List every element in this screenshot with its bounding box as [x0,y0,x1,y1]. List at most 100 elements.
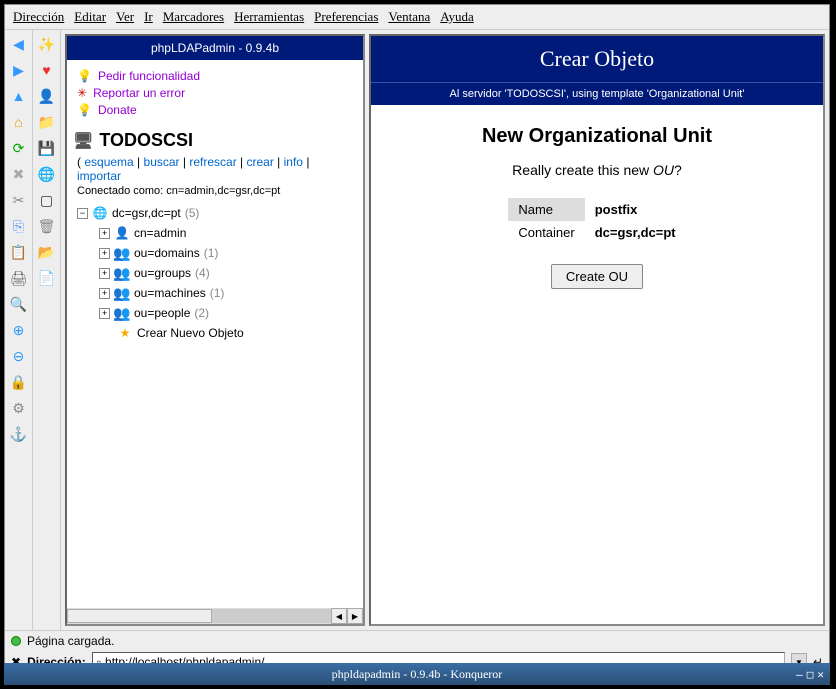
top-links: 💡Pedir funcionalidad ✳Reportar un error … [67,60,363,126]
security-icon[interactable]: 🔒 [7,370,31,394]
menu-preferencias[interactable]: Preferencias [314,9,378,25]
nav-info[interactable]: info [284,155,303,169]
menu-direccion[interactable]: Dirección [13,9,64,25]
minimize-icon[interactable]: — [796,668,803,681]
star-icon: ★ [117,325,133,341]
nav-esquema[interactable]: esquema [84,155,133,169]
scroll-right-icon[interactable]: ▶ [347,608,363,624]
collapse-icon[interactable]: − [77,208,88,219]
toolbar-left-2: ✨ ♥ 👤 📁 💾 🌐 ▢ 🗑 📂 📄 [33,30,61,630]
menu-editar[interactable]: Editar [74,9,106,25]
tree-create-new[interactable]: ★ Crear Nuevo Objeto [77,323,353,343]
menu-herramientas[interactable]: Herramientas [234,9,304,25]
main-area: ◀ ▶ ▲ ⌂ ⟳ ✖ ✂ ⎘ 📋 🖨 🔍 ⊕ ⊖ 🔒 ⚙ ⚓ ✨ ♥ 👤 📁 … [5,30,829,630]
stop-icon[interactable]: ✖ [7,162,31,186]
group-icon: 👥 [114,305,130,321]
print-icon[interactable]: 🖨 [7,266,31,290]
expand-icon[interactable]: + [99,308,110,319]
paste-icon[interactable]: 📋 [7,240,31,264]
create-object-title: Crear Objeto [371,36,823,82]
ldap-tree: − 🌐 dc=gsr,dc=pt (5) + 👤 cn=admin + 👥 [67,199,363,347]
network-icon[interactable]: 🌐 [35,162,59,186]
expand-icon[interactable]: + [99,268,110,279]
tool-icon[interactable]: ⚓ [7,422,31,446]
bug-icon: ✳ [77,86,87,100]
menubar: Dirección Editar Ver Ir Marcadores Herra… [5,5,829,30]
tree-item[interactable]: + 👥 ou=people (2) [77,303,353,323]
document-icon[interactable]: 📄 [35,266,59,290]
tree-item[interactable]: + 👥 ou=machines (1) [77,283,353,303]
create-ou-button[interactable]: Create OU [551,264,643,289]
window-titlebar: phpldapadmin - 0.9.4b - Konqueror — □ ✕ [4,663,830,685]
scroll-left-icon[interactable]: ◀ [331,608,347,624]
create-object-body: New Organizational Unit Really create th… [371,105,823,309]
menu-ayuda[interactable]: Ayuda [440,9,473,25]
scrollbar-horizontal[interactable]: ◀ ▶ [67,608,363,624]
tree-root[interactable]: − 🌐 dc=gsr,dc=pt (5) [77,203,353,223]
expand-icon[interactable]: + [99,228,110,239]
folder-home-icon[interactable]: 📁 [35,110,59,134]
wizard-icon[interactable]: ✨ [35,32,59,56]
nav-importar[interactable]: importar [77,169,121,183]
tree-item[interactable]: + 👥 ou=groups (4) [77,263,353,283]
status-text: Página cargada. [27,634,114,648]
group-icon: 👥 [114,265,130,281]
create-object-subtitle: Al servidor 'TODOSCSI', using template '… [371,82,823,105]
copy-icon[interactable]: ⎘ [7,214,31,238]
folder-open-icon[interactable]: 📂 [35,240,59,264]
content-area: phpLDAPadmin - 0.9.4b 💡Pedir funcionalid… [61,30,829,630]
back-icon[interactable]: ◀ [7,32,31,56]
server-name: TODOSCSI [99,130,193,151]
report-link[interactable]: Reportar un error [93,86,185,100]
request-link[interactable]: Pedir funcionalidad [98,69,200,83]
window-title: phpldapadmin - 0.9.4b - Konqueror [332,667,503,682]
group-icon: 👥 [114,285,130,301]
menu-ir[interactable]: Ir [144,9,153,25]
tree-item[interactable]: + 👥 ou=domains (1) [77,243,353,263]
home-icon[interactable]: ⌂ [7,110,31,134]
scrollbar-thumb[interactable] [67,609,212,623]
nav-buscar[interactable]: buscar [144,155,180,169]
reload-icon[interactable]: ⟳ [7,136,31,160]
terminal-icon[interactable]: ▢ [35,188,59,212]
container-label: Container [508,221,584,244]
trash-icon[interactable]: 🗑 [35,214,59,238]
confirm-question: Really create this new OU? [391,162,803,178]
forward-icon[interactable]: ▶ [7,58,31,82]
heart-icon[interactable]: ♥ [35,58,59,82]
user-icon[interactable]: 👤 [35,84,59,108]
drive-icon[interactable]: 💾 [35,136,59,160]
user-icon: 👤 [114,225,130,241]
browser-window: Dirección Editar Ver Ir Marcadores Herra… [4,4,830,664]
nav-refrescar[interactable]: refrescar [189,155,236,169]
maximize-icon[interactable]: □ [807,668,814,681]
find-icon[interactable]: 🔍 [7,292,31,316]
tree-item[interactable]: + 👤 cn=admin [77,223,353,243]
toolbar-left-1: ◀ ▶ ▲ ⌂ ⟳ ✖ ✂ ⎘ 📋 🖨 🔍 ⊕ ⊖ 🔒 ⚙ ⚓ [5,30,33,630]
group-icon: 👥 [114,245,130,261]
nav-crear[interactable]: crear [246,155,273,169]
left-panel: phpLDAPadmin - 0.9.4b 💡Pedir funcionalid… [65,34,365,626]
monitor-icon: 🖥 [73,131,93,151]
server-nav: ( esquema | buscar | refrescar | crear |… [67,155,363,183]
close-icon[interactable]: ✕ [817,668,824,681]
zoom-out-icon[interactable]: ⊖ [7,344,31,368]
up-icon[interactable]: ▲ [7,84,31,108]
ou-info-table: Name postfix Container dc=gsr,dc=pt [508,198,685,244]
gear-icon[interactable]: ⚙ [7,396,31,420]
bulb-icon: 💡 [77,69,92,83]
menu-ventana[interactable]: Ventana [388,9,430,25]
expand-icon[interactable]: + [99,288,110,299]
expand-icon[interactable]: + [99,248,110,259]
globe-icon: 🌐 [92,205,108,221]
statusbar: Página cargada. [5,630,829,650]
menu-marcadores[interactable]: Marcadores [163,9,224,25]
cut-icon[interactable]: ✂ [7,188,31,212]
zoom-in-icon[interactable]: ⊕ [7,318,31,342]
name-label: Name [508,198,584,221]
new-ou-heading: New Organizational Unit [391,125,803,148]
name-value: postfix [585,198,686,221]
right-panel: Crear Objeto Al servidor 'TODOSCSI', usi… [369,34,825,626]
menu-ver[interactable]: Ver [116,9,134,25]
donate-link[interactable]: Donate [98,103,137,117]
